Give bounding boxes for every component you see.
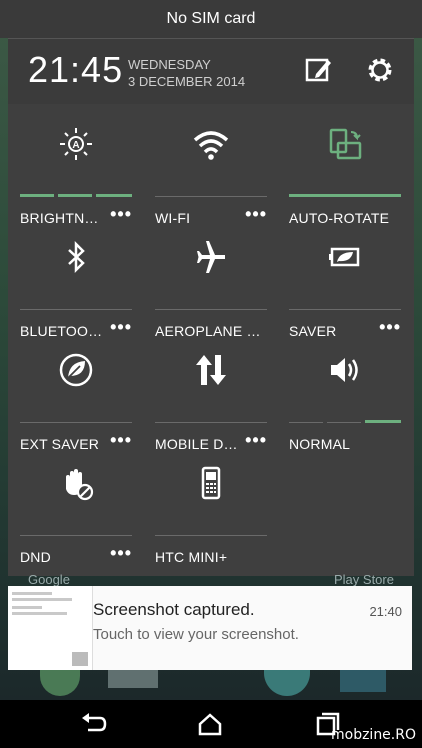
tile-label: EXT SAVER (20, 436, 100, 452)
tile-label: AUTO-ROTATE (289, 210, 390, 226)
quick-settings-header: 21:45 WEDNESDAY 3 DECEMBER 2014 (8, 38, 414, 105)
tile-aeroplane-mode[interactable]: AEROPLANE MO… (155, 225, 267, 339)
volume-level-segment (327, 422, 361, 423)
tile-more-button[interactable]: ••• (110, 204, 132, 225)
tile-more-button[interactable]: ••• (379, 317, 401, 338)
date-label: 3 DECEMBER 2014 (128, 74, 246, 89)
tile-divider (155, 309, 267, 310)
tile-wifi[interactable]: WI-FI ••• (155, 112, 267, 226)
tile-dnd[interactable]: DND ••• (20, 451, 132, 565)
status-bar: No SIM card (0, 0, 422, 38)
screenshot-notification[interactable]: Screenshot captured. Touch to view your … (8, 586, 412, 670)
wifi-icon (155, 126, 267, 162)
tile-label: BRIGHTNE… (20, 210, 106, 226)
tile-more-button[interactable]: ••• (110, 317, 132, 338)
tile-bluetooth[interactable]: BLUETOOTH ••• (20, 225, 132, 339)
volume-icon (289, 352, 401, 388)
brightness-level-segment (96, 194, 132, 197)
tile-label: NORMAL (289, 436, 351, 452)
tile-more-button[interactable]: ••• (245, 430, 267, 451)
notification-subtitle: Touch to view your screenshot. (93, 626, 299, 643)
gear-icon[interactable] (365, 55, 395, 85)
back-icon[interactable] (78, 710, 110, 738)
play-store-label: Play Store (334, 572, 394, 587)
tile-divider (289, 309, 401, 310)
tile-divider (20, 309, 132, 310)
notification-time: 21:40 (369, 604, 402, 619)
home-icon[interactable] (194, 710, 226, 738)
tile-divider (155, 535, 267, 536)
tile-divider (155, 196, 267, 197)
volume-level-segment (365, 420, 401, 423)
watermark: mobzine.RO (330, 727, 416, 743)
mobile-data-icon (155, 352, 267, 388)
svg-text:A: A (72, 140, 79, 151)
tile-brightness[interactable]: A BRIGHTNE… ••• (20, 112, 132, 226)
brightness-level-segment (20, 194, 54, 197)
volume-level-segment (289, 422, 323, 423)
tile-label: WI-FI (155, 210, 191, 226)
screenshot-thumbnail (8, 586, 93, 670)
tile-divider (155, 422, 267, 423)
airplane-icon (155, 239, 267, 275)
home-dock (0, 670, 422, 700)
battery-saver-icon (289, 239, 401, 275)
do-not-disturb-icon (20, 465, 132, 501)
google-label: Google (28, 572, 70, 587)
tile-more-button[interactable]: ••• (110, 430, 132, 451)
tile-divider (20, 422, 132, 423)
auto-rotate-icon (289, 126, 401, 162)
tile-auto-rotate[interactable]: AUTO-ROTATE (289, 112, 401, 226)
tile-label: MOBILE DA… (155, 436, 241, 452)
clock[interactable]: 21:45 (28, 49, 123, 91)
tile-label: DND (20, 549, 51, 565)
tile-mobile-data[interactable]: MOBILE DA… ••• (155, 338, 267, 452)
day-label: WEDNESDAY (128, 57, 211, 72)
tile-active-indicator (289, 194, 401, 197)
brightness-level-segment (58, 194, 92, 197)
tile-saver[interactable]: SAVER ••• (289, 225, 401, 339)
tile-ext-saver[interactable]: EXT SAVER ••• (20, 338, 132, 452)
tile-label: BLUETOOTH (20, 323, 106, 339)
bluetooth-icon (20, 239, 132, 275)
extreme-saver-icon (20, 352, 132, 388)
tile-label: HTC MINI+ (155, 549, 228, 565)
notification-title: Screenshot captured. (93, 600, 255, 619)
tile-more-button[interactable]: ••• (110, 543, 132, 564)
tile-label: AEROPLANE MO… (155, 323, 265, 339)
tile-more-button[interactable]: ••• (245, 204, 267, 225)
tile-sound-profile[interactable]: NORMAL (289, 338, 401, 452)
carrier-label: No SIM card (166, 10, 256, 27)
brightness-auto-icon: A (20, 126, 132, 162)
edit-icon[interactable] (304, 55, 334, 85)
date-block[interactable]: WEDNESDAY 3 DECEMBER 2014 (128, 56, 245, 90)
tile-divider (20, 535, 132, 536)
htc-mini-icon (155, 465, 267, 501)
tile-htc-mini[interactable]: HTC MINI+ (155, 451, 267, 565)
tile-label: SAVER (289, 323, 337, 339)
quick-settings-panel: A BRIGHTNE… ••• WI-FI ••• AUTO-ROTATE BL… (8, 104, 414, 576)
